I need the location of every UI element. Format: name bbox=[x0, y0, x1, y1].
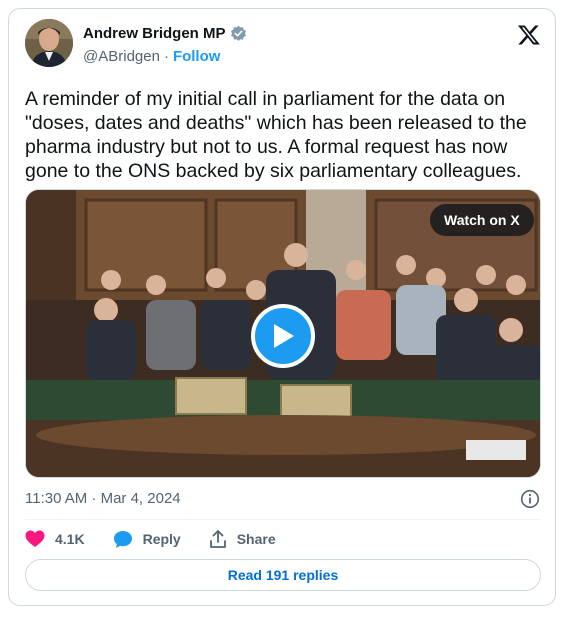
verified-badge-icon bbox=[230, 25, 246, 41]
author-name[interactable]: Andrew Bridgen MP bbox=[83, 25, 226, 42]
author-handle[interactable]: @ABridgen bbox=[83, 48, 160, 65]
like-count: 4.1K bbox=[55, 531, 85, 547]
follow-button[interactable]: Follow bbox=[173, 48, 221, 65]
read-replies-button[interactable]: Read 191 replies bbox=[25, 559, 541, 591]
action-bar: 4.1K Reply Share bbox=[25, 529, 304, 549]
like-button[interactable]: 4.1K bbox=[25, 530, 85, 548]
tweet-timestamp[interactable]: 11:30 AM · Mar 4, 2024 bbox=[25, 490, 181, 507]
author-name-row: Andrew Bridgen MP bbox=[83, 25, 247, 42]
watch-on-x-button[interactable]: Watch on X bbox=[430, 204, 534, 236]
avatar[interactable] bbox=[25, 19, 73, 67]
video-player[interactable]: Watch on X bbox=[25, 189, 541, 478]
divider bbox=[25, 519, 541, 520]
play-icon[interactable] bbox=[251, 304, 315, 368]
reply-button[interactable]: Reply bbox=[113, 530, 181, 549]
share-button[interactable]: Share bbox=[209, 529, 276, 549]
separator-dot: · bbox=[163, 48, 169, 65]
handle-row: @ABridgen · Follow bbox=[83, 48, 220, 65]
share-icon bbox=[209, 529, 226, 548]
info-icon[interactable] bbox=[520, 489, 540, 509]
reply-label: Reply bbox=[142, 531, 181, 547]
x-logo-icon[interactable] bbox=[517, 23, 541, 47]
reply-bubble-icon bbox=[113, 530, 132, 548]
share-label: Share bbox=[236, 531, 276, 547]
tweet-text: A reminder of my initial call in parliam… bbox=[25, 88, 527, 182]
tweet-card: Andrew Bridgen MP @ABridgen · Follow A rem… bbox=[8, 8, 556, 606]
heart-icon bbox=[25, 530, 45, 547]
